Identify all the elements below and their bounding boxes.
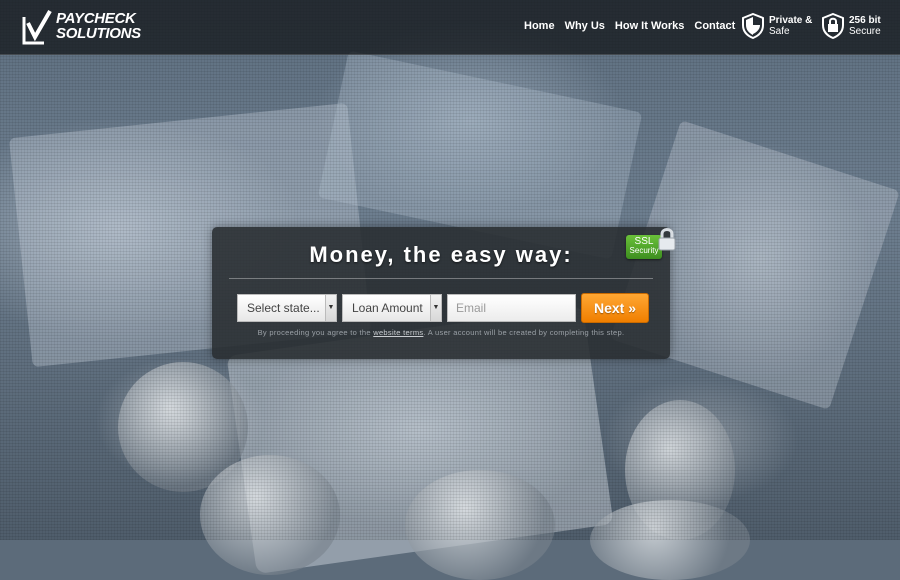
coin-image — [200, 455, 340, 575]
nav-why-us[interactable]: Why Us — [565, 20, 605, 32]
coin-image — [590, 500, 750, 580]
padlock-icon — [658, 228, 676, 251]
form-headline: Money, the easy way: — [309, 242, 573, 267]
coin-image — [405, 470, 555, 580]
chevron-down-icon: ▼ — [325, 295, 336, 321]
checkmark-logo-icon — [22, 10, 52, 45]
security-line2: Secure — [849, 26, 881, 37]
website-terms-link[interactable]: website terms — [373, 328, 423, 337]
state-select[interactable]: Select state... ▼ — [237, 294, 337, 322]
site-header: PAYCHECK SOLUTIONS Home Why Us How It Wo… — [0, 0, 900, 55]
security-line1: 256 bit — [849, 15, 881, 26]
nav-home[interactable]: Home — [524, 20, 555, 32]
coin-image — [118, 362, 248, 492]
signup-form-panel: Money, the easy way: SSL Security Select… — [212, 227, 676, 359]
terms-text-after: . A user account will be created by comp… — [423, 328, 625, 337]
brand-wordmark: PAYCHECK SOLUTIONS — [56, 11, 141, 41]
loan-amount-select[interactable]: Loan Amount ▼ — [342, 294, 442, 322]
state-select-value: Select state... — [247, 301, 320, 315]
coin-image — [625, 400, 735, 540]
next-button[interactable]: Next » — [581, 293, 649, 323]
loan-select-value: Loan Amount — [352, 301, 423, 315]
main-nav: Home Why Us How It Works Contact — [524, 20, 735, 32]
secure-256-badge: 256 bit Secure — [821, 13, 881, 39]
nav-how-it-works[interactable]: How It Works — [615, 20, 684, 32]
form-row: Select state... ▼ Loan Amount ▼ Next » — [237, 293, 649, 323]
headline-divider — [229, 278, 653, 279]
lock-shield-icon — [822, 13, 844, 39]
private-safe-badge: Private & Safe — [741, 13, 812, 39]
chevron-down-icon: ▼ — [430, 295, 441, 321]
terms-notice: By proceeding you agree to the website t… — [212, 328, 670, 337]
email-input[interactable] — [447, 294, 576, 322]
terms-text-before: By proceeding you agree to the — [257, 328, 371, 337]
privacy-line2: Safe — [769, 26, 790, 37]
privacy-line1: Private & — [769, 15, 813, 26]
brand-logo[interactable]: PAYCHECK SOLUTIONS — [22, 7, 154, 47]
nav-contact[interactable]: Contact — [694, 20, 735, 32]
brand-line2: SOLUTIONS — [56, 25, 141, 42]
shield-icon — [742, 13, 764, 39]
